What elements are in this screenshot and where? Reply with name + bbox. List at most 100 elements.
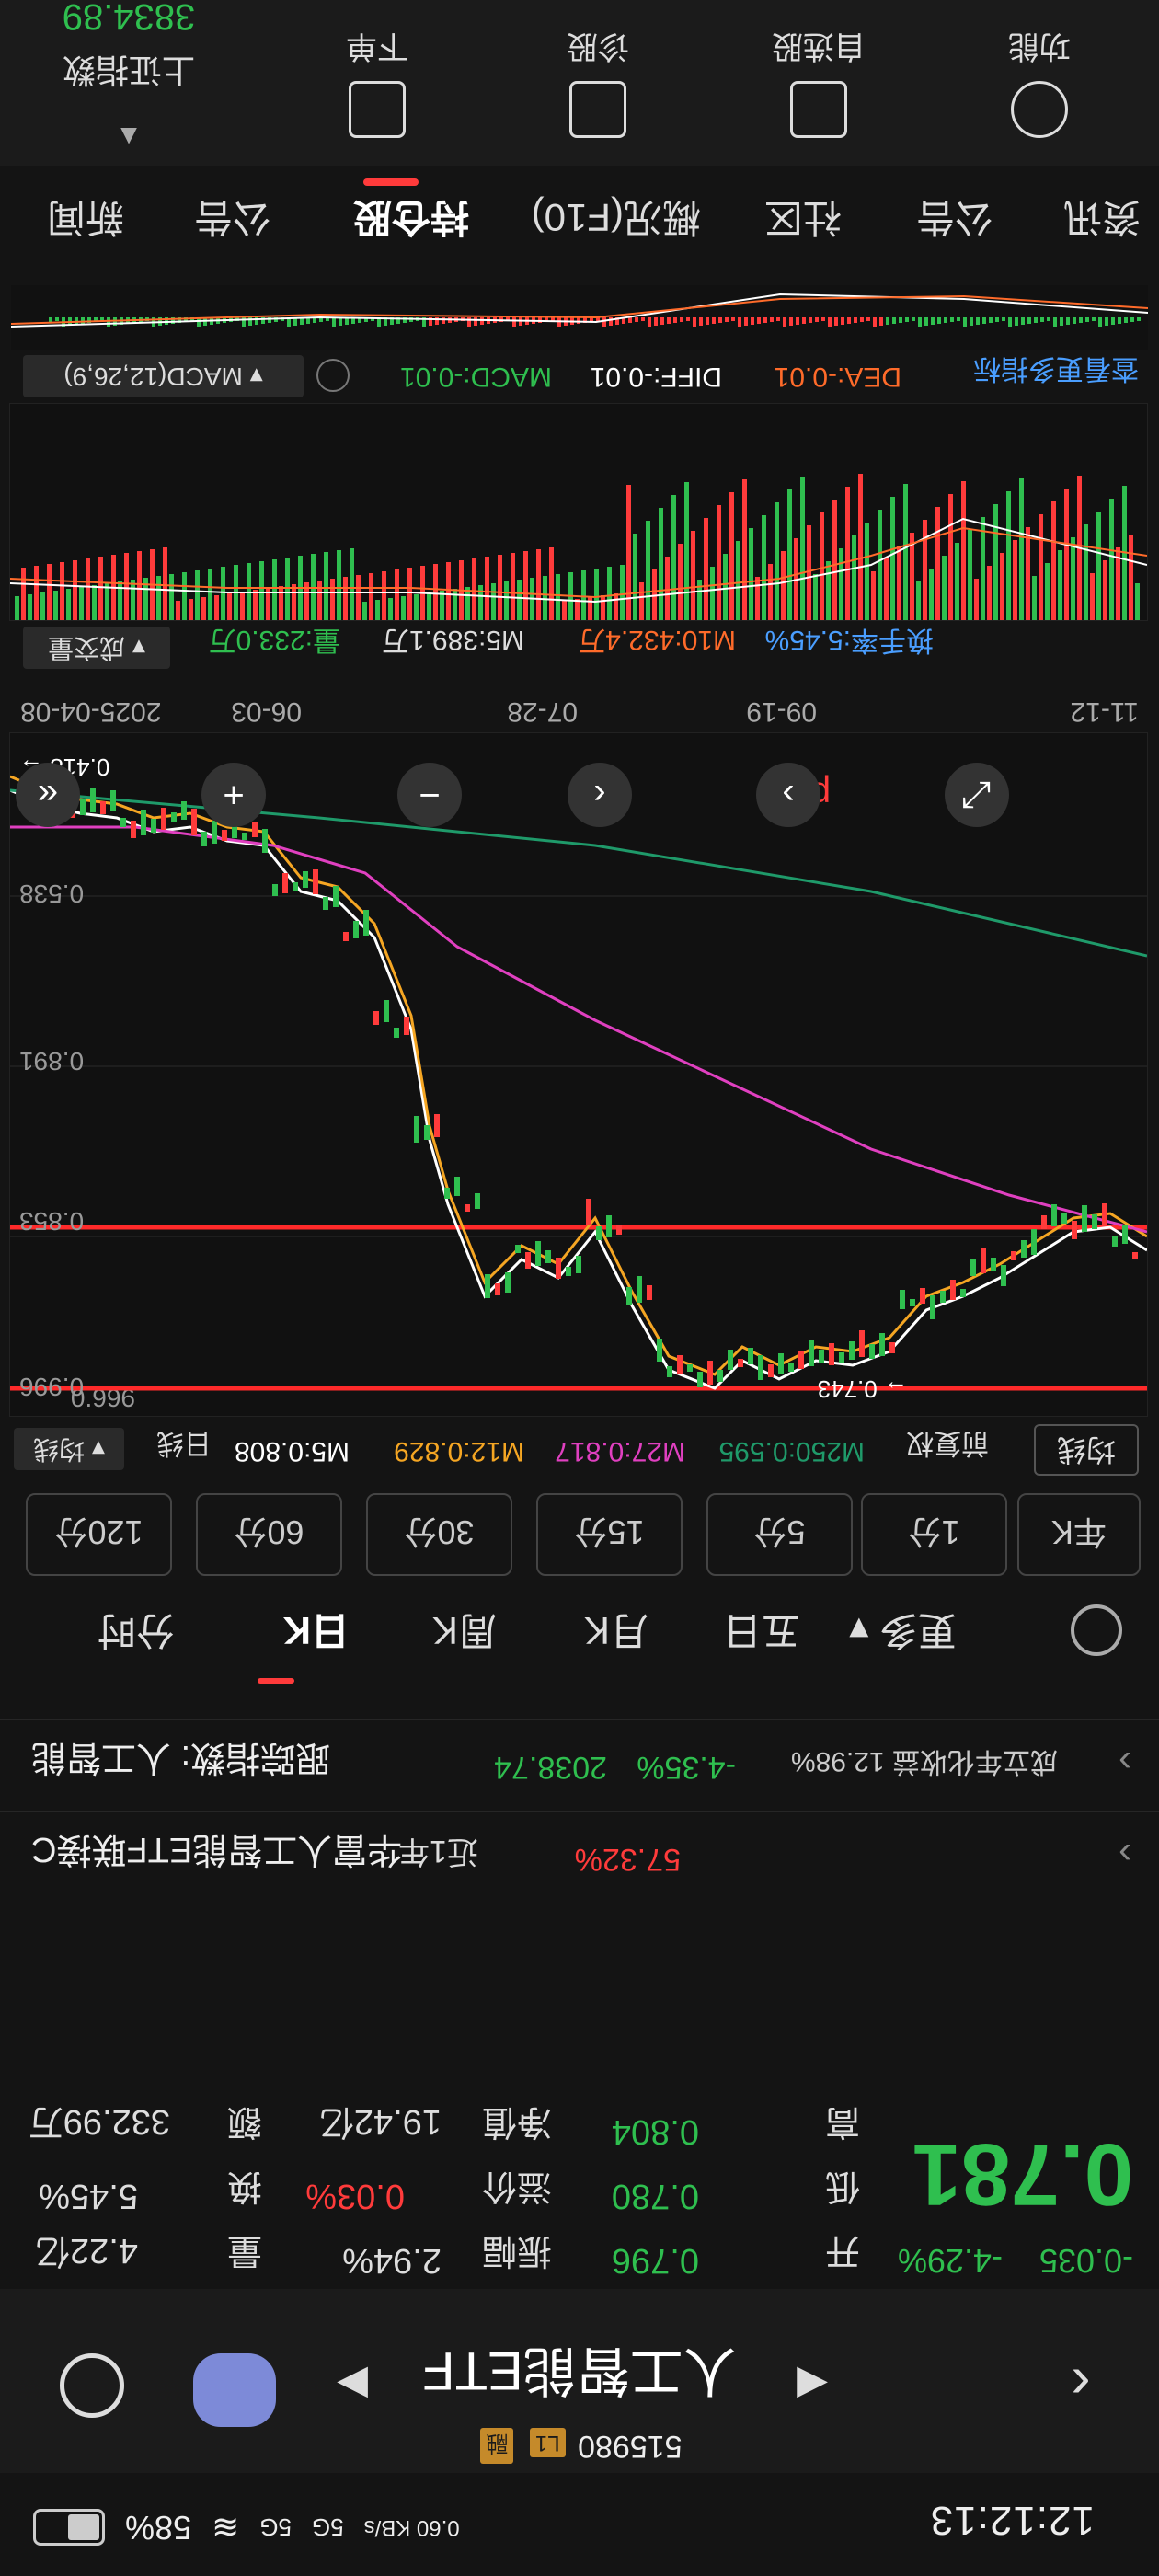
volume-bar (981, 517, 985, 620)
macd-chart[interactable] (10, 285, 1149, 350)
volume-bar (105, 583, 109, 620)
interval-5m[interactable]: 5分 (706, 1493, 853, 1576)
tab-community[interactable]: 社区 (764, 192, 842, 248)
kline-restore[interactable]: 前复权 (906, 1426, 989, 1466)
volume-bar (1051, 501, 1056, 620)
macd-bar (854, 317, 857, 323)
volume-bar (498, 555, 502, 620)
net-value-label: 净值 (481, 2102, 552, 2141)
period-tab-timeshare[interactable]: 分时 (98, 1605, 175, 1662)
y-axis-label-4: 0.538 (19, 880, 85, 908)
tab-holdings[interactable]: 持仓股 (353, 192, 469, 248)
y-axis-label-2: 0.853 (19, 1207, 85, 1236)
period-tab-more[interactable]: 更多 ▾ (849, 1605, 957, 1662)
kline-tab-ma[interactable]: 均线 (1034, 1424, 1139, 1476)
period-tab-day[interactable]: 日K (283, 1605, 350, 1662)
tab-announce-2[interactable]: 公告 (916, 192, 993, 248)
macd-bar (107, 317, 110, 327)
candle (809, 1340, 814, 1366)
interval-60m[interactable]: 60分 (196, 1493, 342, 1576)
more-indicators-link[interactable]: 查看更多指标 (973, 351, 1139, 392)
date-label-5: 11-12 (1070, 696, 1139, 727)
macd-bar (512, 317, 516, 327)
tab-news[interactable]: 新闻 (47, 192, 124, 248)
kline-chart[interactable]: 0.996 0.996 0.853 0.891 0.538 → 0.743 0.… (9, 732, 1148, 1417)
volume-bar (221, 567, 225, 620)
candle (80, 799, 86, 815)
order-button[interactable]: 下单 (294, 27, 460, 138)
macd-bar (712, 317, 716, 324)
volume-chart[interactable] (9, 403, 1148, 621)
macd-indicator-selector[interactable]: ▾ MACD(12,26,9) (23, 355, 304, 397)
fullscreen-icon[interactable]: ⤢ (945, 763, 1009, 827)
linked-fund-row[interactable]: › 华富人工智能ETF联接C 近1年 57.32% (0, 1811, 1159, 1904)
macd-bar (686, 317, 690, 321)
tab-f10[interactable]: 概况(F10) (532, 192, 701, 248)
amount-label: 额 (226, 2102, 262, 2141)
tracking-index-change: -4.35% (637, 1750, 736, 1785)
assistant-icon[interactable] (193, 2353, 276, 2427)
volume-bar (678, 544, 683, 620)
index-value: 3834.89 (62, 0, 196, 37)
macd-bar (635, 317, 638, 322)
macd-bar (841, 317, 844, 325)
candle (90, 788, 96, 812)
volume-bar (845, 487, 850, 620)
zoom-out-icon[interactable]: − (397, 763, 462, 827)
tab-info[interactable]: 资讯 (1063, 192, 1141, 248)
candle (252, 822, 258, 837)
menu-icon (1011, 81, 1068, 138)
candle (384, 1000, 389, 1022)
tracking-index-row[interactable]: › 跟踪指数: 人工智能 2038.74 -4.35% 成立年化收益 12.98… (0, 1719, 1159, 1812)
info-icon[interactable] (316, 359, 350, 392)
period-tab-week[interactable]: 周K (432, 1605, 497, 1662)
diagnose-button[interactable]: 诊股 (515, 27, 681, 138)
macd-bar (892, 317, 896, 324)
macd-bar (699, 317, 703, 326)
period-tab-month[interactable]: 月K (584, 1605, 648, 1662)
volume-bar (581, 570, 586, 620)
interval-1m[interactable]: 1分 (861, 1493, 1007, 1576)
candle (900, 1290, 905, 1309)
macd-bar (673, 317, 677, 323)
macd-bar (866, 317, 870, 321)
next-stock-icon[interactable]: ▶ (337, 2362, 368, 2409)
amplitude-value: 2.94% (342, 2241, 442, 2280)
interval-30m[interactable]: 30分 (366, 1493, 512, 1576)
volume-bar (401, 596, 406, 620)
volume-bar (781, 551, 786, 620)
pan-right-icon[interactable]: › (756, 763, 820, 827)
low-label: 低 (824, 2167, 860, 2205)
rotated-root: 12:12:13 0.60 KB/s 5G 5G ≋ 58% ‹ ◀ 51598… (0, 0, 1159, 2576)
func-button[interactable]: 功能 (957, 27, 1122, 138)
zoom-in-icon[interactable]: + (201, 763, 266, 827)
candle (100, 801, 106, 814)
interval-15m[interactable]: 15分 (536, 1493, 683, 1576)
macd-bar (970, 317, 973, 326)
pan-left-icon[interactable]: ‹ (568, 763, 632, 827)
volume-bar (47, 564, 52, 620)
interval-120m[interactable]: 120分 (26, 1493, 172, 1576)
macd-bar (982, 317, 986, 324)
volume-indicator-selector[interactable]: ▾ 成交量 (23, 627, 170, 669)
macd-bar (879, 317, 883, 326)
kline-indicator-selector[interactable]: ▾ 均线 (14, 1428, 124, 1470)
volume-bar (388, 598, 393, 620)
volume-bar (407, 568, 412, 620)
macd-bar (1079, 317, 1083, 323)
settings-icon[interactable] (1071, 1604, 1122, 1656)
interval-year[interactable]: 年K (1017, 1493, 1141, 1576)
volume-bar (208, 569, 212, 620)
status-bar: 12:12:13 0.60 KB/s 5G 5G ≋ 58% (0, 2473, 1159, 2576)
volume-bar (86, 558, 90, 620)
search-icon[interactable] (60, 2353, 124, 2418)
candle (576, 1256, 581, 1273)
macd-dea: DEA:-0.01 (774, 362, 901, 392)
watchlist-button[interactable]: 自选股 (736, 27, 901, 138)
tab-announcement[interactable]: 公告 (194, 192, 271, 248)
rewind-icon[interactable]: « (16, 763, 80, 827)
index-ticker[interactable]: 上证指数 3834.89 ▲ (9, 0, 248, 152)
period-tab-5day[interactable]: 五日 (723, 1605, 800, 1662)
ma27-line (10, 825, 1148, 1234)
chevron-right-icon: › (1119, 1834, 1131, 1877)
